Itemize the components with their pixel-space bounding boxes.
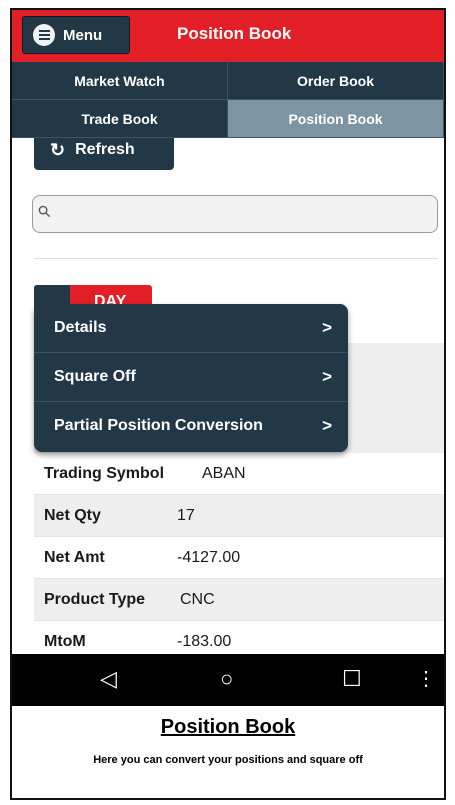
row-value: ABAN [202, 465, 246, 482]
menu-item-label: Partial Position Conversion [54, 417, 263, 434]
divider [34, 258, 438, 259]
tab-position-book[interactable]: Position Book [228, 100, 444, 138]
app-header: Menu Position Book [12, 10, 444, 62]
phone-screen: Menu Position Book Market Watch Order Bo… [10, 8, 446, 800]
table-row: Trading Symbol ABAN [34, 453, 444, 495]
table-row: Net Amt -4127.00 [34, 537, 444, 579]
row-key: Trading Symbol [44, 465, 165, 482]
menu-item-details[interactable]: Details > [34, 304, 348, 353]
chevron-right-icon: > [322, 318, 332, 337]
row-key: MtoM [44, 633, 86, 650]
refresh-icon: ↻ [50, 139, 66, 160]
row-value: -183.00 [177, 633, 232, 650]
home-icon[interactable]: ○ [220, 666, 233, 692]
position-action-menu: Details > Square Off > Partial Position … [34, 304, 348, 452]
system-nav-bar: ◁ ○ ☐ ⋮ [12, 654, 444, 706]
search-input[interactable] [32, 195, 438, 233]
row-key: Net Amt [44, 549, 105, 566]
menu-item-label: Details [54, 319, 107, 336]
row-value: 17 [177, 507, 195, 524]
tab-market-watch[interactable]: Market Watch [12, 62, 228, 100]
menu-button-label: Menu [63, 26, 103, 44]
row-value: -4127.00 [177, 549, 241, 566]
search-icon [38, 205, 51, 218]
caption-text: Here you can convert your positions and … [93, 754, 363, 766]
tab-bar: Market Watch Order Book Trade Book Posit… [12, 62, 444, 138]
table-row: Product Type CNC [34, 579, 444, 621]
menu-button[interactable]: Menu [22, 16, 130, 54]
chevron-right-icon: > [322, 367, 332, 386]
more-icon[interactable]: ⋮ [416, 666, 436, 691]
hamburger-icon [33, 24, 55, 46]
menu-item-label: Square Off [54, 368, 136, 385]
refresh-button[interactable]: ↻ Refresh [34, 138, 174, 170]
page-title: Position Book [177, 24, 292, 43]
table-row: Net Qty 17 [34, 495, 444, 537]
refresh-button-label: Refresh [75, 141, 135, 158]
caption-title: Position Book [160, 716, 296, 738]
tab-trade-book[interactable]: Trade Book [12, 100, 228, 138]
chevron-right-icon: > [322, 416, 332, 435]
row-key: Product Type [44, 591, 146, 608]
row-value: CNC [180, 591, 215, 608]
menu-item-partial-position-conversion[interactable]: Partial Position Conversion > [34, 402, 348, 451]
table-row: MtoM -183.00 [34, 621, 444, 654]
recents-icon[interactable]: ☐ [342, 666, 362, 692]
tab-order-book[interactable]: Order Book [228, 62, 444, 100]
back-icon[interactable]: ◁ [100, 666, 117, 692]
row-key: Net Qty [44, 507, 101, 524]
menu-item-square-off[interactable]: Square Off > [34, 353, 348, 402]
